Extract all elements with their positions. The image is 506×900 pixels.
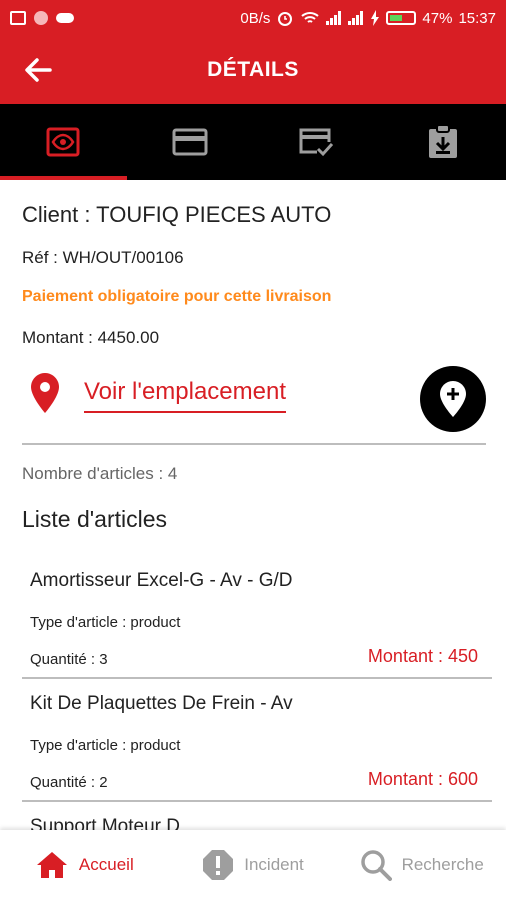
- eye-icon: [46, 127, 80, 157]
- tab-bar: [0, 104, 506, 180]
- back-button[interactable]: [20, 52, 56, 88]
- article-amount: Montant : 450: [367, 646, 478, 666]
- client-name: Client : TOUFIQ PIECES AUTO: [22, 202, 332, 227]
- credit-card-icon: [172, 128, 208, 156]
- location-row: Voir l'emplacement: [22, 366, 486, 432]
- nav-incident[interactable]: Incident: [169, 830, 338, 900]
- wifi-icon: [301, 12, 320, 23]
- article-name: Support Moteur D: [30, 816, 180, 830]
- list-item[interactable]: Kit De Plaquettes De Frein - Av Type d'a…: [22, 679, 492, 802]
- tab-validation[interactable]: [253, 104, 380, 180]
- articles-count: Nombre d'articles : 4: [22, 464, 178, 483]
- tab-payment[interactable]: [127, 104, 254, 180]
- article-amount: Montant : 600: [367, 769, 478, 789]
- battery-percent: 47%: [422, 9, 453, 27]
- view-location-link[interactable]: Voir l'emplacement: [84, 378, 287, 413]
- article-name: Kit De Plaquettes De Frein - Av: [30, 693, 293, 714]
- add-location-icon: [440, 381, 466, 417]
- total-amount: Montant : 4450.00: [22, 328, 160, 347]
- nav-search[interactable]: Recherche: [337, 830, 506, 900]
- signal-icon: [348, 11, 364, 25]
- list-item[interactable]: Amortisseur Excel-G - Av - G/D Type d'ar…: [22, 556, 492, 679]
- checked-card-icon: [299, 128, 334, 157]
- article-name: Amortisseur Excel-G - Av - G/D: [30, 570, 293, 591]
- alarm-icon: [278, 12, 293, 26]
- nav-search-label: Recherche: [401, 855, 484, 874]
- arrow-left-icon: [25, 58, 52, 82]
- article-type: Type d'article : product: [30, 737, 181, 754]
- status-bar: 0B/s 47% 15:37: [0, 0, 506, 36]
- articles-list-title: Liste d'articles: [22, 506, 168, 532]
- charging-icon: [371, 10, 380, 26]
- alert-octagon-icon: [203, 850, 234, 880]
- location-pin-icon: [31, 373, 59, 413]
- article-quantity: Quantité : 3: [30, 651, 108, 668]
- network-speed: 0B/s: [240, 9, 271, 27]
- reference: Réf : WH/OUT/00106: [22, 248, 184, 267]
- payment-warning: Paiement obligatoire pour cette livraiso…: [22, 288, 332, 305]
- divider: [22, 443, 486, 445]
- signal-icon: [326, 11, 342, 25]
- page-title: DÉTAILS: [207, 58, 299, 81]
- clock: 15:37: [458, 9, 496, 27]
- cloud-icon: [56, 13, 74, 23]
- tab-delivery[interactable]: [380, 104, 506, 180]
- nav-home[interactable]: Accueil: [0, 830, 169, 900]
- home-icon: [36, 852, 67, 878]
- list-item[interactable]: Support Moteur D: [22, 802, 492, 830]
- article-quantity: Quantité : 2: [30, 774, 108, 791]
- gallery-icon: [10, 11, 26, 25]
- article-type: Type d'article : product: [30, 614, 181, 631]
- nav-home-label: Accueil: [78, 855, 134, 874]
- details-content: Client : TOUFIQ PIECES AUTO Réf : WH/OUT…: [0, 180, 506, 830]
- articles-list: Amortisseur Excel-G - Av - G/D Type d'ar…: [22, 556, 492, 830]
- nav-incident-label: Incident: [244, 855, 304, 874]
- add-location-button[interactable]: [420, 366, 486, 432]
- notification-dot-icon: [34, 11, 48, 25]
- tab-details[interactable]: [0, 104, 127, 180]
- battery-icon: [386, 11, 417, 25]
- bottom-nav: Accueil Incident Recherche: [0, 830, 506, 900]
- clipboard-download-icon: [428, 124, 457, 158]
- app-bar: DÉTAILS: [0, 36, 506, 104]
- search-icon: [360, 850, 392, 881]
